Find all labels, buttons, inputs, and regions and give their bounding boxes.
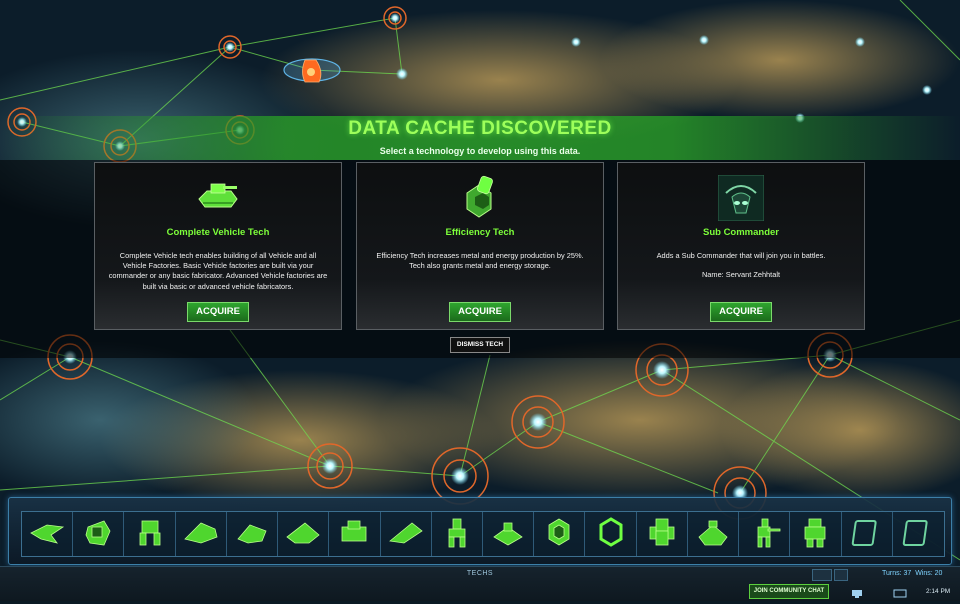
tech-slot[interactable] — [431, 512, 483, 556]
sniper-bot-icon — [744, 513, 784, 556]
acquire-button[interactable]: ACQUIRE — [449, 302, 511, 322]
tech-slot[interactable] — [841, 512, 893, 556]
tech-slot[interactable] — [278, 512, 330, 556]
dismiss-tech-button[interactable]: DISMISS TECH — [450, 337, 510, 353]
hex-armor-icon — [591, 513, 631, 556]
sub-commander-portrait-icon — [618, 175, 864, 221]
tech-card-sub-commander: Sub Commander Adds a Sub Commander that … — [617, 162, 865, 330]
tech-slot[interactable] — [22, 512, 74, 556]
tech-slot[interactable] — [175, 512, 227, 556]
air-transport-icon — [283, 513, 323, 556]
bot-icon — [437, 513, 477, 556]
tech-slot[interactable] — [329, 512, 381, 556]
tech-slot[interactable] — [124, 512, 176, 556]
toggle-view-button[interactable] — [812, 569, 832, 581]
tech-slot[interactable] — [739, 512, 791, 556]
monitor-icon[interactable] — [893, 586, 907, 598]
modal-title: DATA CACHE DISCOVERED — [348, 118, 612, 139]
tech-slot[interactable] — [380, 512, 432, 556]
tank-icon — [334, 513, 374, 556]
tech-slot[interactable] — [226, 512, 279, 556]
modal-subtitle: Select a technology to develop using thi… — [379, 146, 581, 156]
jet-icon — [386, 513, 426, 556]
hex-structure-icon — [539, 513, 579, 556]
bomber-icon — [181, 513, 221, 556]
turret-icon — [488, 513, 528, 556]
card-description: Efficiency Tech increases metal and ener… — [376, 251, 584, 271]
card-title: Efficiency Tech — [445, 227, 515, 238]
tech-slot[interactable] — [892, 512, 944, 556]
join-community-chat-button[interactable]: JOIN COMMUNITY CHAT — [749, 584, 829, 599]
network-icon[interactable] — [850, 586, 864, 598]
vehicle-tank-icon — [95, 175, 341, 221]
commander-icon — [795, 513, 835, 556]
sub-commander-name: Name: Servant Zehhtalt — [701, 270, 781, 279]
card-title: Complete Vehicle Tech — [166, 227, 270, 238]
vehicle-icon — [78, 513, 118, 556]
empty-slot-icon — [898, 513, 938, 556]
acquire-button[interactable]: ACQUIRE — [710, 302, 772, 322]
walker-icon — [130, 513, 170, 556]
clock: 2:14 PM — [926, 588, 951, 595]
efficiency-icon — [357, 175, 603, 221]
card-title: Sub Commander — [702, 227, 779, 238]
air-fighter-icon — [27, 513, 67, 556]
tech-tray — [8, 497, 952, 565]
card-description: Complete Vehicle tech enables building o… — [108, 251, 328, 291]
mech-icon — [642, 513, 682, 556]
acquire-button[interactable]: ACQUIRE — [187, 302, 249, 322]
factory-icon — [693, 513, 733, 556]
tech-slot[interactable] — [790, 512, 842, 556]
card-description: Adds a Sub Commander that will join you … — [656, 251, 826, 260]
gunship-icon — [232, 513, 272, 556]
tech-card-vehicle: Complete Vehicle Tech Complete Vehicle t… — [94, 162, 342, 330]
tech-slot[interactable] — [73, 512, 125, 556]
empty-slot-icon — [847, 513, 887, 556]
tech-card-efficiency: Efficiency Tech Efficiency Tech increase… — [356, 162, 604, 330]
turns-wins-status: Turns: 37 Wins: 20 — [882, 570, 942, 577]
tech-slot[interactable] — [534, 512, 586, 556]
tech-slot[interactable] — [636, 512, 688, 556]
tech-slot[interactable] — [482, 512, 535, 556]
tech-slot[interactable] — [585, 512, 637, 556]
tech-slot-row — [21, 511, 945, 557]
wins-count: Wins: 20 — [915, 570, 943, 577]
turns-count: Turns: 37 — [882, 570, 912, 577]
tech-slot[interactable] — [687, 512, 740, 556]
grid-view-button[interactable] — [834, 569, 848, 581]
